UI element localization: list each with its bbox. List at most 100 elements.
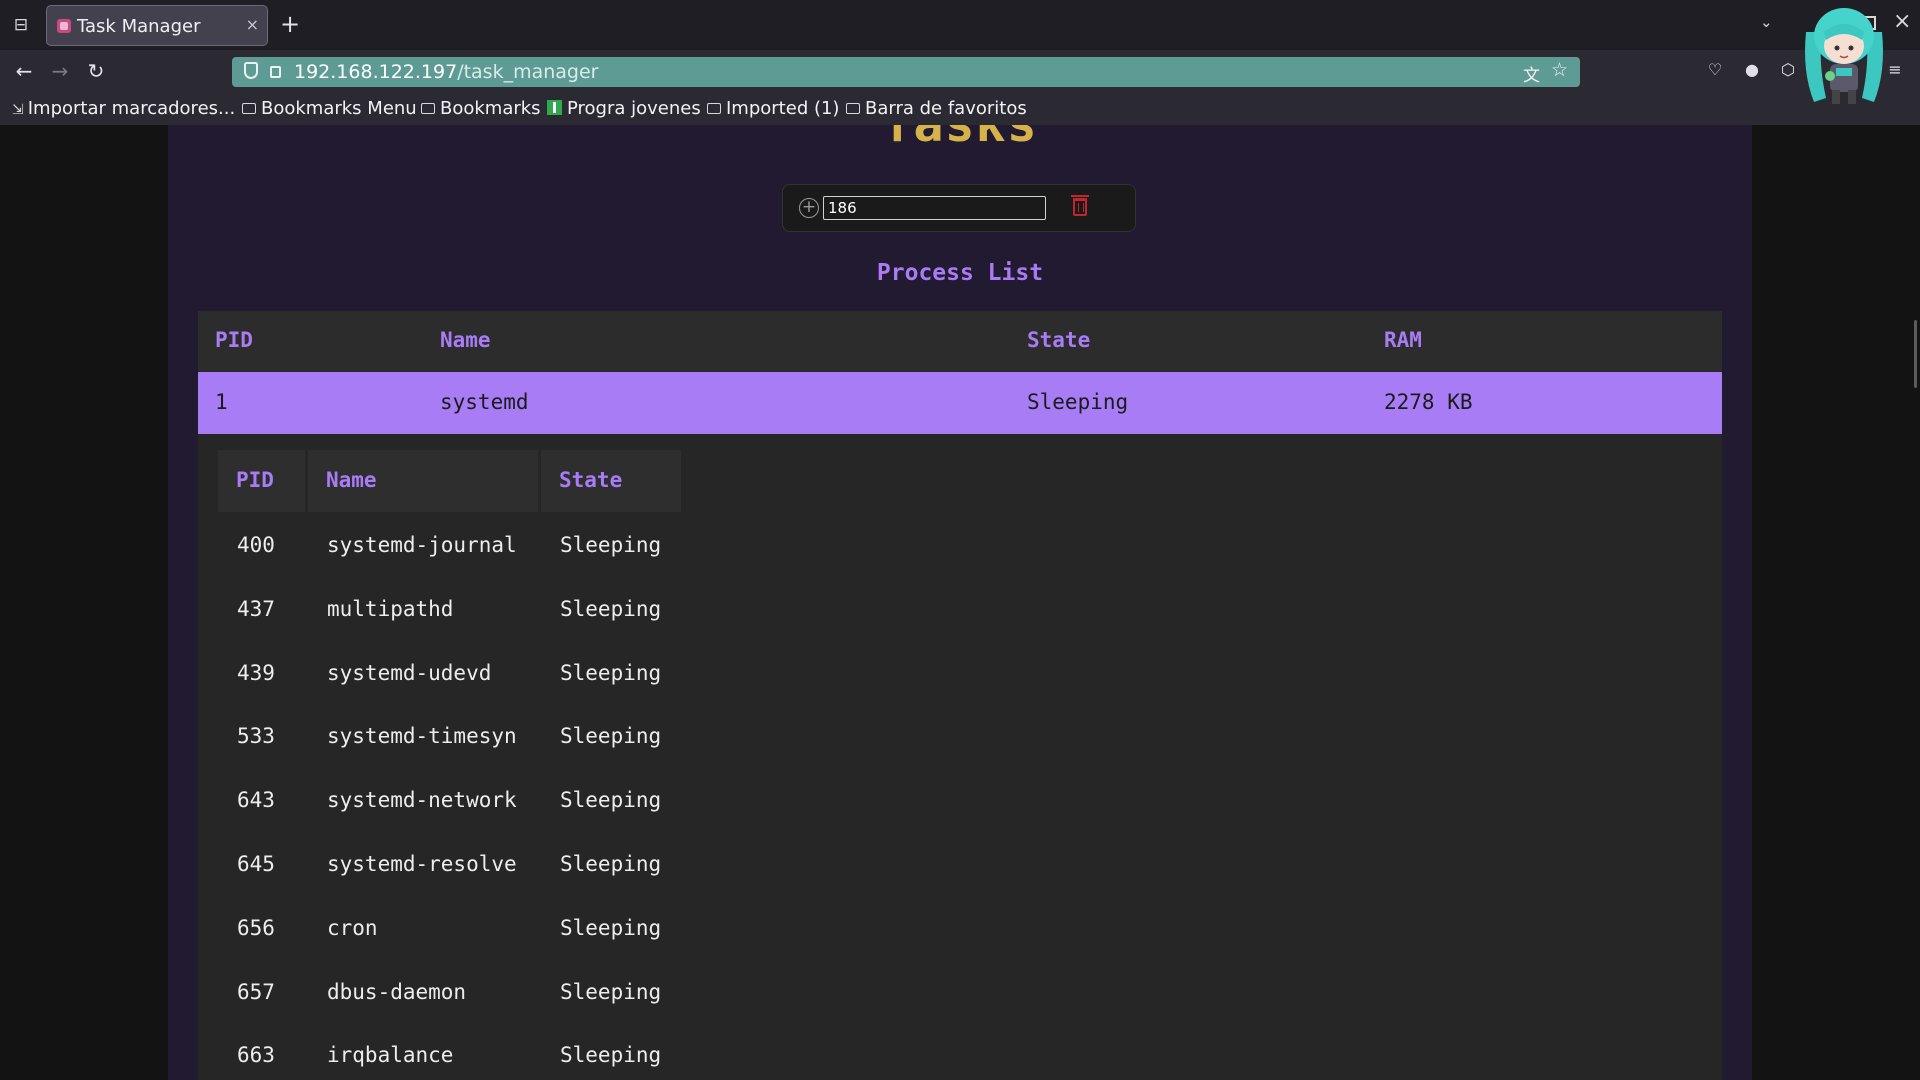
browser-chrome: ⊟ Task Manager × + ⌄ – × ← → ↻ 192.168.1… xyxy=(0,0,1920,125)
star-icon[interactable]: ☆ xyxy=(1551,59,1568,81)
child-header-name-cell: Name xyxy=(308,450,538,512)
row-name: systemd-udevd xyxy=(327,660,492,685)
row-state: Sleeping xyxy=(560,788,662,813)
child-header-state: State xyxy=(559,468,623,492)
process-table: PID Name State RAM 1 systemd Sleeping 22… xyxy=(198,311,1722,1080)
row-pid: 437 xyxy=(237,596,275,621)
process-table-header: PID Name State RAM xyxy=(198,311,1722,371)
scrollbar-thumb[interactable] xyxy=(1914,320,1917,388)
new-tab-button[interactable]: + xyxy=(280,10,300,38)
table-row[interactable]: 439 systemd-udevd Sleeping xyxy=(218,642,678,706)
row-name: systemd-network xyxy=(327,788,517,813)
row-name: systemd xyxy=(440,390,529,414)
trash-icon[interactable] xyxy=(1071,195,1089,216)
row-name: cron xyxy=(327,915,378,940)
page-viewport: Tasks + Process List PID Name State RAM … xyxy=(0,125,1920,1080)
row-pid: 1 xyxy=(215,390,228,414)
folder-icon xyxy=(242,103,256,114)
bookmark-folder-imported[interactable]: Imported (1) xyxy=(707,98,839,119)
bookmark-label: Bookmarks Menu xyxy=(261,98,417,119)
tab-bar: ⊟ Task Manager × + ⌄ – × xyxy=(0,0,1920,50)
pid-search-input[interactable] xyxy=(823,196,1046,220)
plus-circle-icon[interactable]: + xyxy=(799,198,819,218)
import-icon: ⇲ xyxy=(12,102,24,118)
row-name: systemd-resolve xyxy=(327,852,517,876)
site-bookmark-icon xyxy=(547,100,562,115)
row-name: multipathd xyxy=(327,596,454,621)
header-pid: PID xyxy=(215,328,253,352)
bookmark-label: Importar marcadores... xyxy=(27,98,236,119)
bookmark-label: Bookmarks xyxy=(440,98,541,119)
translate-icon[interactable]: 文 xyxy=(1523,61,1540,86)
table-row[interactable]: 657 dbus-daemon Sleeping xyxy=(218,961,678,1025)
row-pid: 656 xyxy=(237,915,275,940)
row-pid: 400 xyxy=(237,533,275,557)
folder-icon xyxy=(707,103,721,114)
row-name: systemd-journal xyxy=(327,533,517,557)
tab-task-manager[interactable]: Task Manager × xyxy=(46,5,268,46)
bookmark-import[interactable]: ⇲ Importar marcadores... xyxy=(12,98,235,119)
child-header-name: Name xyxy=(326,468,377,492)
back-icon[interactable]: ← xyxy=(10,57,38,85)
bookmark-label: Progra jovenes xyxy=(567,98,701,119)
table-row[interactable]: 437 multipathd Sleeping xyxy=(218,578,678,642)
table-row-selected[interactable]: 1 systemd Sleeping 2278 KB xyxy=(198,372,1722,434)
child-header-state-cell: State xyxy=(541,450,681,512)
table-row[interactable]: 663 irqbalance Sleeping xyxy=(218,1024,678,1080)
bookmark-folder-barra-de-favoritos[interactable]: Barra de favoritos xyxy=(846,98,1027,119)
site-favicon-icon xyxy=(57,19,71,33)
row-pid: 439 xyxy=(237,660,275,685)
lock-icon[interactable] xyxy=(270,66,281,78)
reload-icon[interactable]: ↻ xyxy=(82,57,110,85)
row-state: Sleeping xyxy=(560,724,662,749)
bookmark-progra-jovenes[interactable]: Progra jovenes xyxy=(547,98,701,119)
row-state: Sleeping xyxy=(560,915,662,940)
address-bar[interactable]: 192.168.122.197/task_manager 文 ☆ xyxy=(232,57,1580,87)
row-state: Sleeping xyxy=(560,660,662,685)
table-row[interactable]: 643 systemd-network Sleeping xyxy=(218,769,678,833)
close-window-icon[interactable]: × xyxy=(1893,9,1911,34)
row-ram: 2278 KB xyxy=(1384,390,1473,414)
row-state: Sleeping xyxy=(560,979,662,1004)
bookmark-label: Imported (1) xyxy=(726,98,840,119)
row-pid: 645 xyxy=(237,852,275,876)
table-row[interactable]: 645 systemd-resolve Sleeping xyxy=(218,833,678,897)
list-all-tabs-icon[interactable]: ⌄ xyxy=(1760,13,1773,31)
row-pid: 533 xyxy=(237,724,275,749)
bookmark-label: Barra de favoritos xyxy=(865,98,1027,119)
pid-search-box: + xyxy=(782,184,1136,232)
navigation-toolbar: ← → ↻ 192.168.122.197/task_manager 文 ☆ ♡… xyxy=(0,50,1920,92)
row-state: Sleeping xyxy=(1027,390,1129,414)
forward-icon[interactable]: → xyxy=(46,57,74,85)
shield-icon[interactable] xyxy=(244,62,258,79)
tab-title: Task Manager xyxy=(77,16,201,37)
table-row[interactable]: 400 systemd-journal Sleeping xyxy=(218,514,678,578)
url-path: /task_manager xyxy=(457,61,599,83)
bookmarks-toolbar: ⇲ Importar marcadores... Bookmarks Menu B… xyxy=(0,94,1920,124)
row-state: Sleeping xyxy=(560,533,662,557)
header-ram: RAM xyxy=(1384,328,1422,352)
url-host: 192.168.122.197 xyxy=(294,61,458,83)
table-row[interactable]: 656 cron Sleeping xyxy=(218,897,678,961)
bookmark-folder-bookmarks[interactable]: Bookmarks xyxy=(421,98,541,119)
pocket-icon[interactable]: ♡ xyxy=(1703,58,1727,82)
row-state: Sleeping xyxy=(560,596,662,621)
bookmark-folder-bookmarks-menu[interactable]: Bookmarks Menu xyxy=(242,98,417,119)
child-header-pid-cell: PID xyxy=(218,450,305,512)
folder-icon xyxy=(421,103,435,114)
content-panel: Tasks + Process List PID Name State RAM … xyxy=(168,125,1752,1080)
row-name: dbus-daemon xyxy=(327,979,467,1004)
header-state: State xyxy=(1027,328,1091,352)
url-text[interactable]: 192.168.122.197/task_manager xyxy=(294,61,598,83)
extension-badge-icon[interactable]: ● xyxy=(1740,58,1764,82)
row-state: Sleeping xyxy=(560,852,662,876)
row-pid: 657 xyxy=(237,979,275,1004)
tab-list-icon[interactable]: ⊟ xyxy=(8,12,34,38)
mascot-sticker-image xyxy=(1805,8,1883,104)
process-list-title: Process List xyxy=(876,260,1044,286)
folder-icon xyxy=(846,103,860,114)
table-row[interactable]: 533 systemd-timesyn Sleeping xyxy=(218,705,678,769)
page-title: Tasks xyxy=(168,125,1752,153)
header-name: Name xyxy=(440,328,491,352)
tab-close-icon[interactable]: × xyxy=(246,15,259,34)
